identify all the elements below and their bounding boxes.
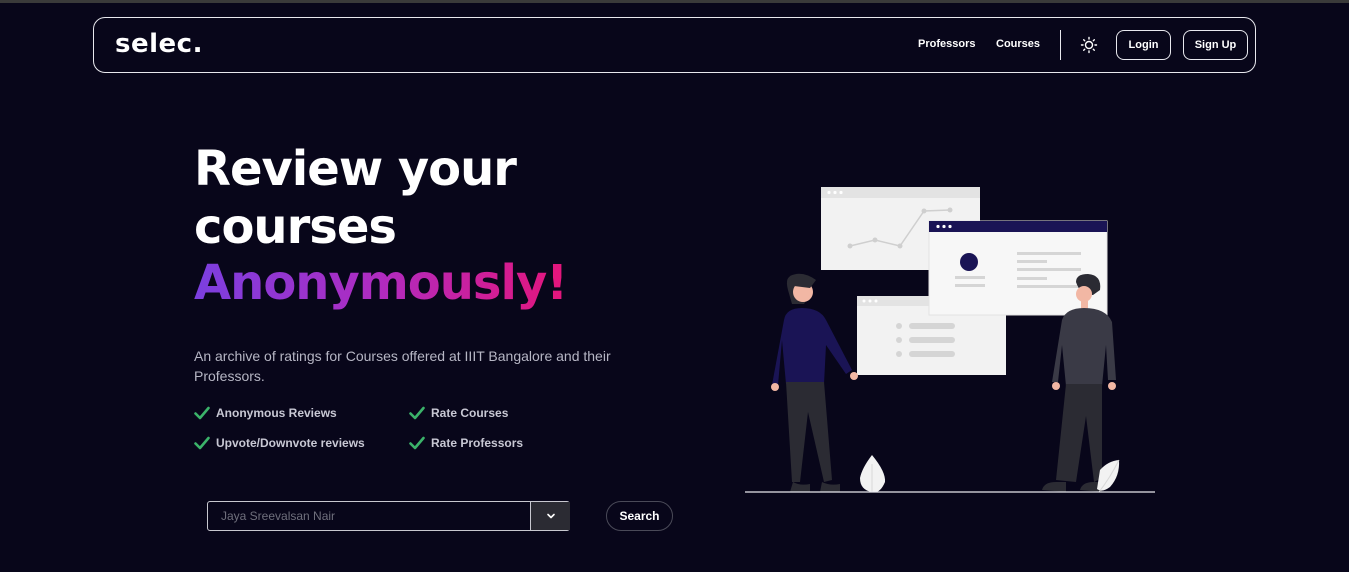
check-icon	[409, 436, 425, 450]
feature-item: Rate Courses	[409, 406, 508, 420]
window-top-border	[0, 0, 1349, 3]
sun-icon	[1080, 36, 1098, 54]
logo[interactable]: selec.	[115, 29, 203, 59]
nav-divider	[1060, 30, 1061, 60]
search-input[interactable]	[208, 502, 530, 530]
hero-illustration	[745, 187, 1155, 493]
nav-link-professors[interactable]: Professors	[918, 38, 975, 50]
feature-label: Anonymous Reviews	[216, 406, 337, 420]
feature-item: Rate Professors	[409, 436, 523, 450]
search-button[interactable]: Search	[606, 501, 673, 531]
feature-label: Upvote/Downvote reviews	[216, 436, 365, 450]
login-button[interactable]: Login	[1116, 30, 1171, 60]
navbar: selec. Professors Courses Login Sign Up	[93, 17, 1256, 73]
feature-label: Rate Professors	[431, 436, 524, 450]
signup-button[interactable]: Sign Up	[1183, 30, 1248, 60]
nav-link-courses[interactable]: Courses	[996, 38, 1040, 50]
feature-item: Upvote/Downvote reviews	[194, 436, 365, 450]
feature-label: Rate Courses	[431, 406, 509, 420]
check-icon	[194, 406, 210, 420]
hero-accent-title: Anonymously!	[194, 255, 568, 311]
check-icon	[194, 436, 210, 450]
hero-title: Review your courses	[194, 141, 517, 255]
feature-item: Anonymous Reviews	[194, 406, 337, 420]
hero-description: An archive of ratings for Courses offere…	[194, 348, 611, 384]
professor-search-combobox	[207, 501, 570, 531]
chevron-down-icon	[546, 513, 555, 519]
dropdown-toggle-button[interactable]	[530, 502, 570, 530]
theme-toggle-button[interactable]	[1080, 36, 1098, 54]
check-icon	[409, 406, 425, 420]
